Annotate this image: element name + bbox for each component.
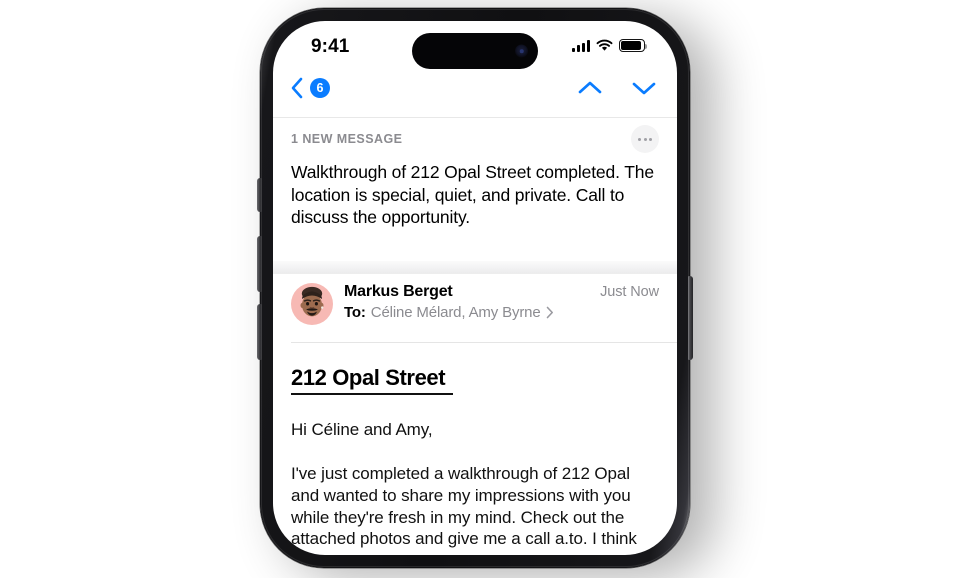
message-body: 212 Opal Street Hi Céline and Amy, I've …	[273, 343, 677, 555]
status-bar-time: 9:41	[311, 36, 350, 57]
dynamic-island	[412, 33, 538, 69]
sender-row[interactable]: Markus Berget Just Now To: Céline Mélard…	[273, 274, 677, 334]
next-message-button[interactable]	[631, 78, 657, 98]
message-paragraph: I've just completed a walkthrough of 212…	[291, 464, 637, 555]
status-bar-indicators	[572, 39, 648, 52]
sender-name: Markus Berget	[344, 283, 453, 300]
ellipsis-icon	[638, 137, 642, 141]
summary-header: 1 NEW MESSAGE	[291, 125, 659, 153]
section-divider-band	[273, 261, 677, 273]
cellular-signal-icon	[572, 39, 590, 52]
chevron-right-icon	[546, 306, 554, 319]
recipients-list: Céline Mélard, Amy Byrne	[370, 304, 541, 321]
battery-icon	[619, 39, 648, 52]
to-label: To:	[344, 304, 366, 321]
wifi-icon	[596, 39, 613, 52]
power-button[interactable]	[688, 276, 693, 360]
front-camera-icon	[515, 44, 528, 58]
ellipsis-icon	[648, 137, 652, 141]
iphone-device: 9:41 6 1 NEW MESSAGE Walkthrough of 212 …	[257, 8, 693, 568]
message-nav-arrows	[577, 78, 657, 98]
new-message-label: 1 NEW MESSAGE	[291, 132, 403, 146]
more-options-button[interactable]	[631, 125, 659, 153]
phone-screen: 9:41 6 1 NEW MESSAGE Walkthrough of 212 …	[273, 21, 677, 555]
message-subject: 212 Opal Street	[291, 365, 454, 395]
scene: 9:41 6 1 NEW MESSAGE Walkthrough of 212 …	[0, 0, 953, 578]
unread-count-badge: 6	[310, 78, 330, 98]
volume-up-button[interactable]	[257, 236, 262, 292]
sender-name-row: Markus Berget Just Now	[344, 283, 659, 301]
message-greeting: Hi Céline and Amy,	[291, 420, 433, 439]
memoji-avatar-icon	[300, 286, 324, 317]
recipients-row[interactable]: To: Céline Mélard, Amy Byrne	[344, 304, 659, 321]
ellipsis-icon	[643, 137, 647, 141]
back-button[interactable]: 6	[290, 77, 330, 99]
message-summary: 1 NEW MESSAGE Walkthrough of 212 Opal St…	[273, 118, 677, 245]
navigation-bar: 6	[273, 73, 677, 117]
previous-message-button[interactable]	[577, 78, 603, 98]
volume-down-button[interactable]	[257, 304, 262, 360]
chevron-left-icon	[290, 77, 303, 99]
message-timestamp: Just Now	[600, 284, 659, 300]
avatar[interactable]	[291, 283, 333, 325]
sender-meta: Markus Berget Just Now To: Céline Mélard…	[344, 283, 659, 321]
summary-text: Walkthrough of 212 Opal Street completed…	[291, 162, 654, 227]
action-button[interactable]	[257, 178, 262, 212]
